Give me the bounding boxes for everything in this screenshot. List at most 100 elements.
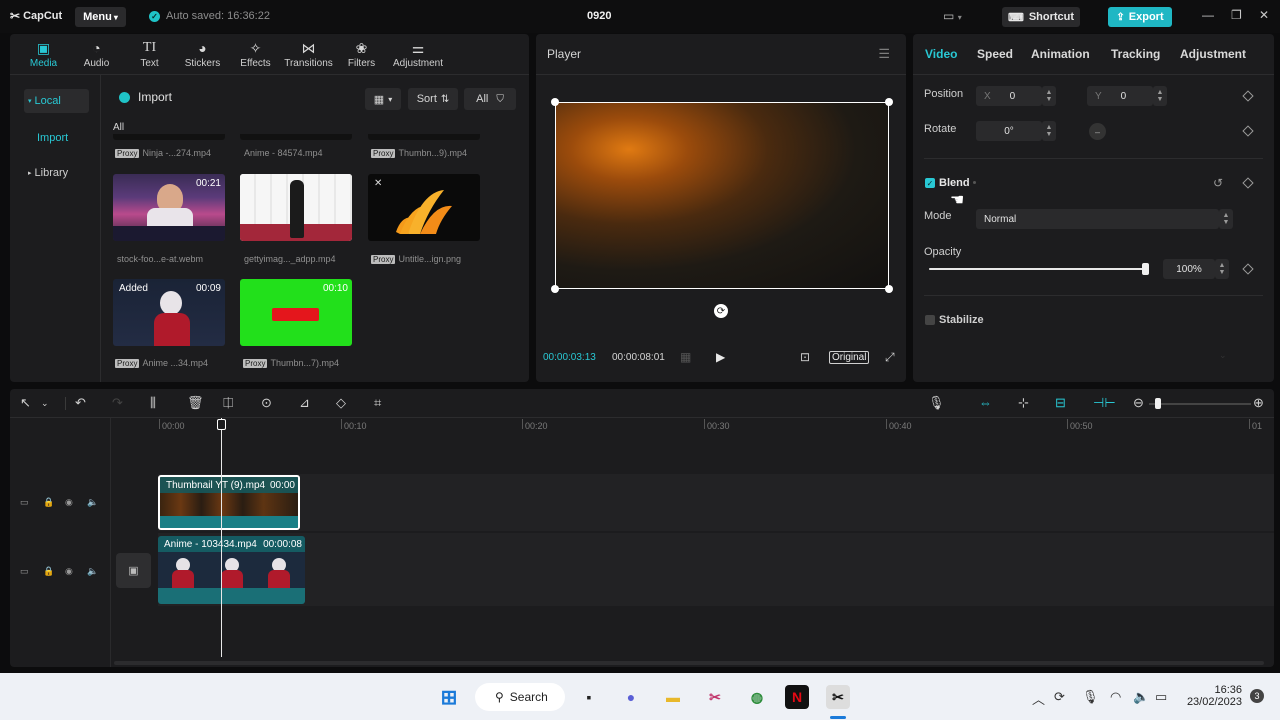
tab-media[interactable]: ▣ Media xyxy=(17,34,70,74)
snipping-tool-icon[interactable]: ✂ xyxy=(703,685,727,709)
tab-adjustment[interactable]: ⚌ Adjustment xyxy=(388,34,448,74)
redo-icon[interactable]: ↷ xyxy=(112,396,123,410)
timeline-clip-selected[interactable]: Thumbnail YT (9).mp4 00:00 xyxy=(158,475,300,530)
keyframe-diamond-icon[interactable] xyxy=(1242,177,1254,189)
tab-transitions[interactable]: ⋈ Transitions xyxy=(282,34,335,74)
chevron-down-icon[interactable]: ⌄ xyxy=(41,396,49,410)
link-clips-icon[interactable]: ⊹ xyxy=(1018,396,1029,410)
opacity-stepper[interactable]: ▲ ▼ xyxy=(1215,259,1229,279)
sidebar-item-import[interactable]: Import xyxy=(24,126,89,150)
zoom-out-icon[interactable]: ⊖ xyxy=(1133,396,1144,410)
eye-icon[interactable]: ◉ xyxy=(65,566,73,577)
playhead-handle[interactable] xyxy=(217,419,226,430)
blend-mode-stepper[interactable]: ▲ ▼ xyxy=(1219,209,1233,229)
close-icon[interactable]: ✕ xyxy=(1259,8,1269,22)
sync-icon[interactable]: ⟳ xyxy=(1054,689,1065,705)
timeline-grid-icon[interactable]: ▦ xyxy=(680,350,691,364)
play-icon[interactable]: ▶ xyxy=(716,350,725,364)
import-button[interactable]: Import xyxy=(119,90,172,104)
volume-icon[interactable]: 🔈 xyxy=(87,497,98,508)
microphone-icon[interactable]: 🎙 xyxy=(928,396,945,410)
select-cursor-icon[interactable]: ↖ xyxy=(20,396,31,410)
opacity-field[interactable]: 100% xyxy=(1163,259,1215,279)
media-item[interactable]: Added 00:09 xyxy=(113,279,225,346)
position-y-field[interactable]: Y 0 xyxy=(1087,86,1153,106)
teams-chat-icon[interactable]: ● xyxy=(619,685,643,709)
preview-canvas[interactable] xyxy=(555,102,889,289)
chevron-up-icon[interactable]: ︿ xyxy=(1032,689,1045,708)
task-view-icon[interactable]: ▪ xyxy=(577,685,601,709)
wifi-icon[interactable]: ◠ xyxy=(1110,689,1121,705)
keyframe-diamond-icon[interactable] xyxy=(1242,125,1254,137)
tab-tracking[interactable]: Tracking xyxy=(1111,47,1160,61)
sort-button[interactable]: Sort ⇅ xyxy=(408,88,458,110)
search-box[interactable]: ⚲ Search xyxy=(475,683,565,711)
menu-button[interactable]: Menu ▾ xyxy=(75,7,126,27)
shortcut-button[interactable]: ⌨ Shortcut xyxy=(1002,7,1080,27)
zoom-slider-track[interactable] xyxy=(1149,403,1251,405)
rotate-clip-icon[interactable]: ◇ xyxy=(336,396,346,410)
crop-icon[interactable]: ⌗ xyxy=(374,396,381,410)
resize-handle[interactable] xyxy=(551,285,559,293)
tab-stickers[interactable]: ◕ Stickers xyxy=(176,34,229,74)
timeline-clip[interactable]: Anime - 103434.mp4 00:00:08 xyxy=(158,536,305,604)
layout-button[interactable]: ▭ ▾ xyxy=(943,9,962,23)
stabilize-checkbox[interactable] xyxy=(925,315,935,325)
fullscreen-icon[interactable]: ⤢ xyxy=(885,350,895,365)
zoom-slider-thumb[interactable] xyxy=(1155,398,1161,409)
media-item[interactable]: 00:10 xyxy=(240,279,352,346)
ratio-button[interactable]: Original xyxy=(829,351,870,364)
eye-icon[interactable]: ◉ xyxy=(65,497,73,508)
x-stepper[interactable]: ▲ ▼ xyxy=(1042,86,1056,106)
opacity-slider-thumb[interactable] xyxy=(1142,263,1149,275)
tab-adjustment-props[interactable]: Adjustment xyxy=(1180,47,1246,61)
zoom-in-icon[interactable]: ⊕ xyxy=(1253,396,1264,410)
netflix-icon[interactable]: N xyxy=(785,685,809,709)
rotate-handle-icon[interactable]: ⟳ xyxy=(714,304,728,318)
filter-button[interactable]: All ⛉ xyxy=(464,88,516,110)
reset-icon[interactable]: ↺ xyxy=(1213,176,1223,190)
split-screen-icon[interactable]: ⊣⊢ xyxy=(1093,396,1116,410)
clock[interactable]: 16:36 23/02/2023 xyxy=(1186,684,1242,708)
lock-icon[interactable]: 🔒 xyxy=(43,497,54,508)
sidebar-item-local[interactable]: ▾ Local xyxy=(24,89,89,113)
tab-speed[interactable]: Speed xyxy=(977,47,1013,61)
capcut-taskbar-icon[interactable]: ✂ xyxy=(826,685,850,709)
media-item[interactable]: 00:21 xyxy=(113,174,225,241)
minimize-icon[interactable]: — xyxy=(1202,8,1214,22)
tab-filters[interactable]: ❀ Filters xyxy=(335,34,388,74)
export-button[interactable]: ⇪ Export xyxy=(1108,7,1172,27)
hamburger-menu-icon[interactable]: ☰ xyxy=(878,46,890,62)
tab-animation[interactable]: Animation xyxy=(1031,47,1090,61)
freeze-frame-icon[interactable]: ⎅ xyxy=(223,396,233,410)
restore-icon[interactable]: ❐ xyxy=(1231,8,1242,22)
volume-icon[interactable]: 🔈 xyxy=(87,566,98,577)
auto-snap-icon[interactable]: ⇔ xyxy=(979,396,992,410)
split-icon[interactable]: ⫼ xyxy=(150,396,156,410)
resize-handle[interactable] xyxy=(885,285,893,293)
windows-start-icon[interactable]: ⊞ xyxy=(437,685,461,709)
media-item[interactable] xyxy=(240,174,352,241)
blend-checkbox[interactable]: ✓ xyxy=(925,178,935,188)
tab-effects[interactable]: ✧ Effects xyxy=(229,34,282,74)
rotate-dial-icon[interactable]: – xyxy=(1089,123,1106,140)
keyframe-diamond-icon[interactable] xyxy=(1242,263,1254,275)
file-explorer-icon[interactable]: ▬ xyxy=(661,685,685,709)
chrome-icon[interactable]: ◍ xyxy=(745,685,769,709)
tab-text[interactable]: TI Text xyxy=(123,34,176,74)
microphone-tray-icon[interactable]: 🎙 xyxy=(1082,689,1099,705)
preview-axis-icon[interactable]: ⊟ xyxy=(1055,396,1066,410)
rotate-field[interactable]: 0° xyxy=(976,121,1042,141)
opacity-slider-track[interactable] xyxy=(929,268,1145,270)
delete-icon[interactable]: 🗑 xyxy=(187,396,204,410)
keyframe-diamond-icon[interactable] xyxy=(1242,90,1254,102)
battery-icon[interactable]: ▭ xyxy=(1155,689,1167,705)
blend-mode-select[interactable]: Normal xyxy=(976,209,1219,229)
resize-handle[interactable] xyxy=(551,98,559,106)
position-x-field[interactable]: X 0 xyxy=(976,86,1042,106)
tab-audio[interactable]: ◔ Audio xyxy=(70,34,123,74)
undo-icon[interactable]: ↶ xyxy=(75,396,86,410)
speaker-icon[interactable]: 🔈 xyxy=(1133,689,1149,705)
mirror-icon[interactable]: ⊿ xyxy=(299,396,310,410)
sidebar-item-library[interactable]: ▸ Library xyxy=(24,161,89,185)
